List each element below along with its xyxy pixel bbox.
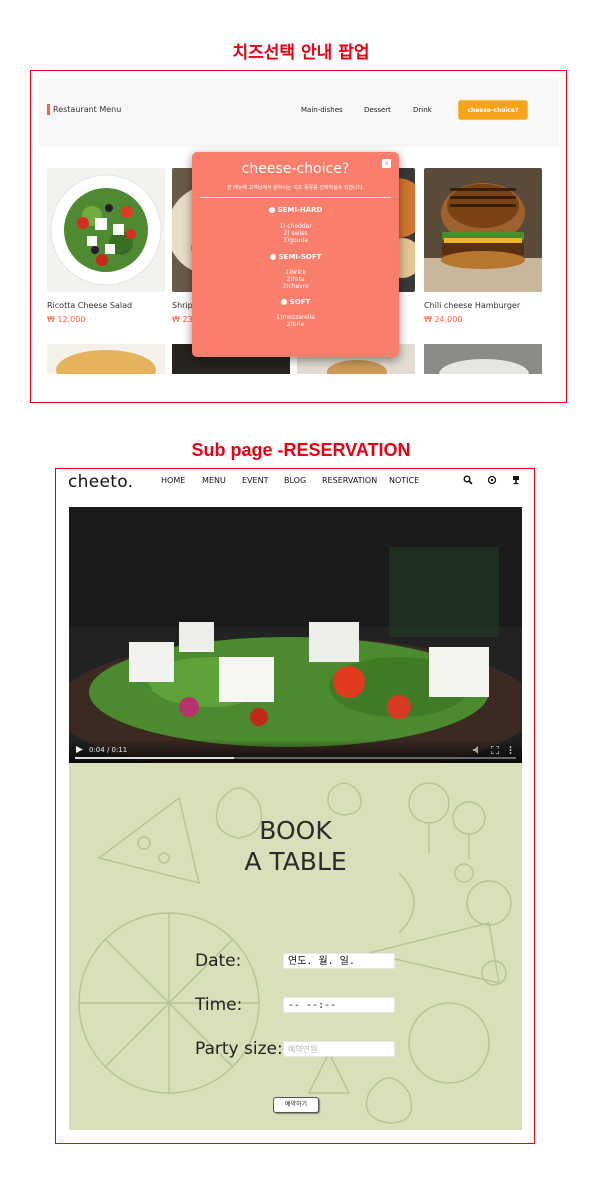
bullet-icon xyxy=(268,207,275,213)
cheese-option[interactable]: 3)gouda xyxy=(192,237,399,244)
book-title-line2: A TABLE xyxy=(244,847,347,876)
bullet-icon xyxy=(269,254,276,260)
category-soft[interactable]: SOFT xyxy=(192,298,399,306)
card-name-shrimp: Shrip xyxy=(172,301,193,310)
salad-image[interactable] xyxy=(47,168,165,292)
popup-showcase-frame: Restaurant Menu Main-dishes Dessert Drin… xyxy=(30,70,567,403)
video-player[interactable]: 0:04 / 0:11 xyxy=(69,507,522,763)
card-price-shrimp: ₩ 23 xyxy=(172,315,193,324)
cheese-option[interactable]: 1)brick xyxy=(192,269,399,276)
salad-video-frame xyxy=(69,507,522,763)
video-controls xyxy=(69,739,522,763)
date-input[interactable]: 연도. 월. 일. xyxy=(283,953,395,969)
card-price-hamburger: ₩ 24,000 xyxy=(424,315,463,324)
bullet-icon xyxy=(280,299,287,305)
nav-reservation[interactable]: RESERVATION xyxy=(322,476,377,485)
card-name-ricotta: Ricotta Cheese Salad xyxy=(47,301,133,310)
modal-description: 전 메뉴에 고객님께서 원하시는 치즈 종류를 선택하실수 있습니다. xyxy=(227,185,364,191)
soft-list: 1)mozzarella 2)brie xyxy=(192,314,399,328)
volume-icon[interactable] xyxy=(473,746,482,754)
nav-menu[interactable]: MENU xyxy=(202,476,226,485)
nav-home[interactable]: HOME xyxy=(161,476,185,485)
settings-icon[interactable] xyxy=(487,475,497,485)
nav-blog[interactable]: BLOG xyxy=(284,476,306,485)
party-size-input[interactable]: 예약인원 xyxy=(283,1041,395,1057)
semi-hard-list: 1) cheddar 2) swiss 3)gouda xyxy=(192,223,399,244)
cheese-option[interactable]: 3)chevre xyxy=(192,283,399,290)
book-title-line1: BOOK xyxy=(259,816,332,845)
cheese-option[interactable]: 1) cheddar xyxy=(192,223,399,230)
video-time: 0:04 / 0:11 xyxy=(89,746,128,754)
time-input[interactable]: -- --:-- xyxy=(283,997,395,1013)
cheese-option[interactable]: 1)mozzarella xyxy=(192,314,399,321)
card-name-hamburger: Chili cheese Hamburger xyxy=(424,301,521,310)
section-heading-reservation: Sub page -RESERVATION xyxy=(191,440,411,460)
site-logo[interactable]: cheeto. xyxy=(68,472,133,492)
modal-title: cheese-choice? xyxy=(241,161,350,177)
category-semi-soft[interactable]: SEMI-SOFT xyxy=(192,253,399,261)
cheese-choice-modal: cheese-choice? x 전 메뉴에 고객님께서 원하시는 치즈 종류를… xyxy=(192,152,399,357)
cheese-choice-button[interactable]: cheese-choice? xyxy=(458,100,528,120)
hamburger-image[interactable] xyxy=(424,168,542,292)
booking-section: BOOK A TABLE Date: 연도. 월. 일. Time: -- --… xyxy=(69,763,522,1130)
nav-notice[interactable]: NOTICE xyxy=(389,476,419,485)
nav-event[interactable]: EVENT xyxy=(242,476,268,485)
reservation-showcase-frame: cheeto. HOME MENU EVENT BLOG RESERVATION… xyxy=(55,468,535,1144)
card-image-row2-4[interactable] xyxy=(424,344,542,374)
semi-soft-list: 1)brick 2)feta 3)chevre xyxy=(192,269,399,290)
party-size-label: Party size: xyxy=(195,1039,283,1059)
cheese-option[interactable]: 2)brie xyxy=(192,321,399,328)
more-options-icon[interactable] xyxy=(509,746,512,754)
search-icon[interactable] xyxy=(463,475,473,485)
time-label: Time: xyxy=(195,995,243,1015)
date-label: Date: xyxy=(195,951,242,971)
category-semi-hard[interactable]: SEMI-HARD xyxy=(192,206,399,214)
card-image-row2-1[interactable] xyxy=(47,344,165,374)
cheese-option[interactable]: 2) swiss xyxy=(192,230,399,237)
reserve-button[interactable]: 예약하기 xyxy=(273,1097,319,1113)
brand-label[interactable]: Restaurant Menu xyxy=(47,104,121,115)
trophy-icon[interactable] xyxy=(511,475,521,485)
cheese-option[interactable]: 2)feta xyxy=(192,276,399,283)
video-progress-fill xyxy=(75,757,234,759)
nav-drink[interactable]: Drink xyxy=(413,106,432,114)
fullscreen-icon[interactable] xyxy=(491,746,499,754)
restaurant-header: Restaurant Menu Main-dishes Dessert Drin… xyxy=(39,79,559,147)
nav-main-dishes[interactable]: Main-dishes xyxy=(301,106,343,114)
nav-dessert[interactable]: Dessert xyxy=(364,106,391,114)
video-progress-bar[interactable] xyxy=(75,757,516,759)
close-icon[interactable]: x xyxy=(382,159,391,168)
card-price-ricotta: ₩ 12,000 xyxy=(47,315,86,324)
modal-divider xyxy=(200,197,391,198)
play-icon[interactable] xyxy=(76,746,83,753)
section-heading-popup: 치즈선택 안내 팝업 xyxy=(232,43,370,63)
